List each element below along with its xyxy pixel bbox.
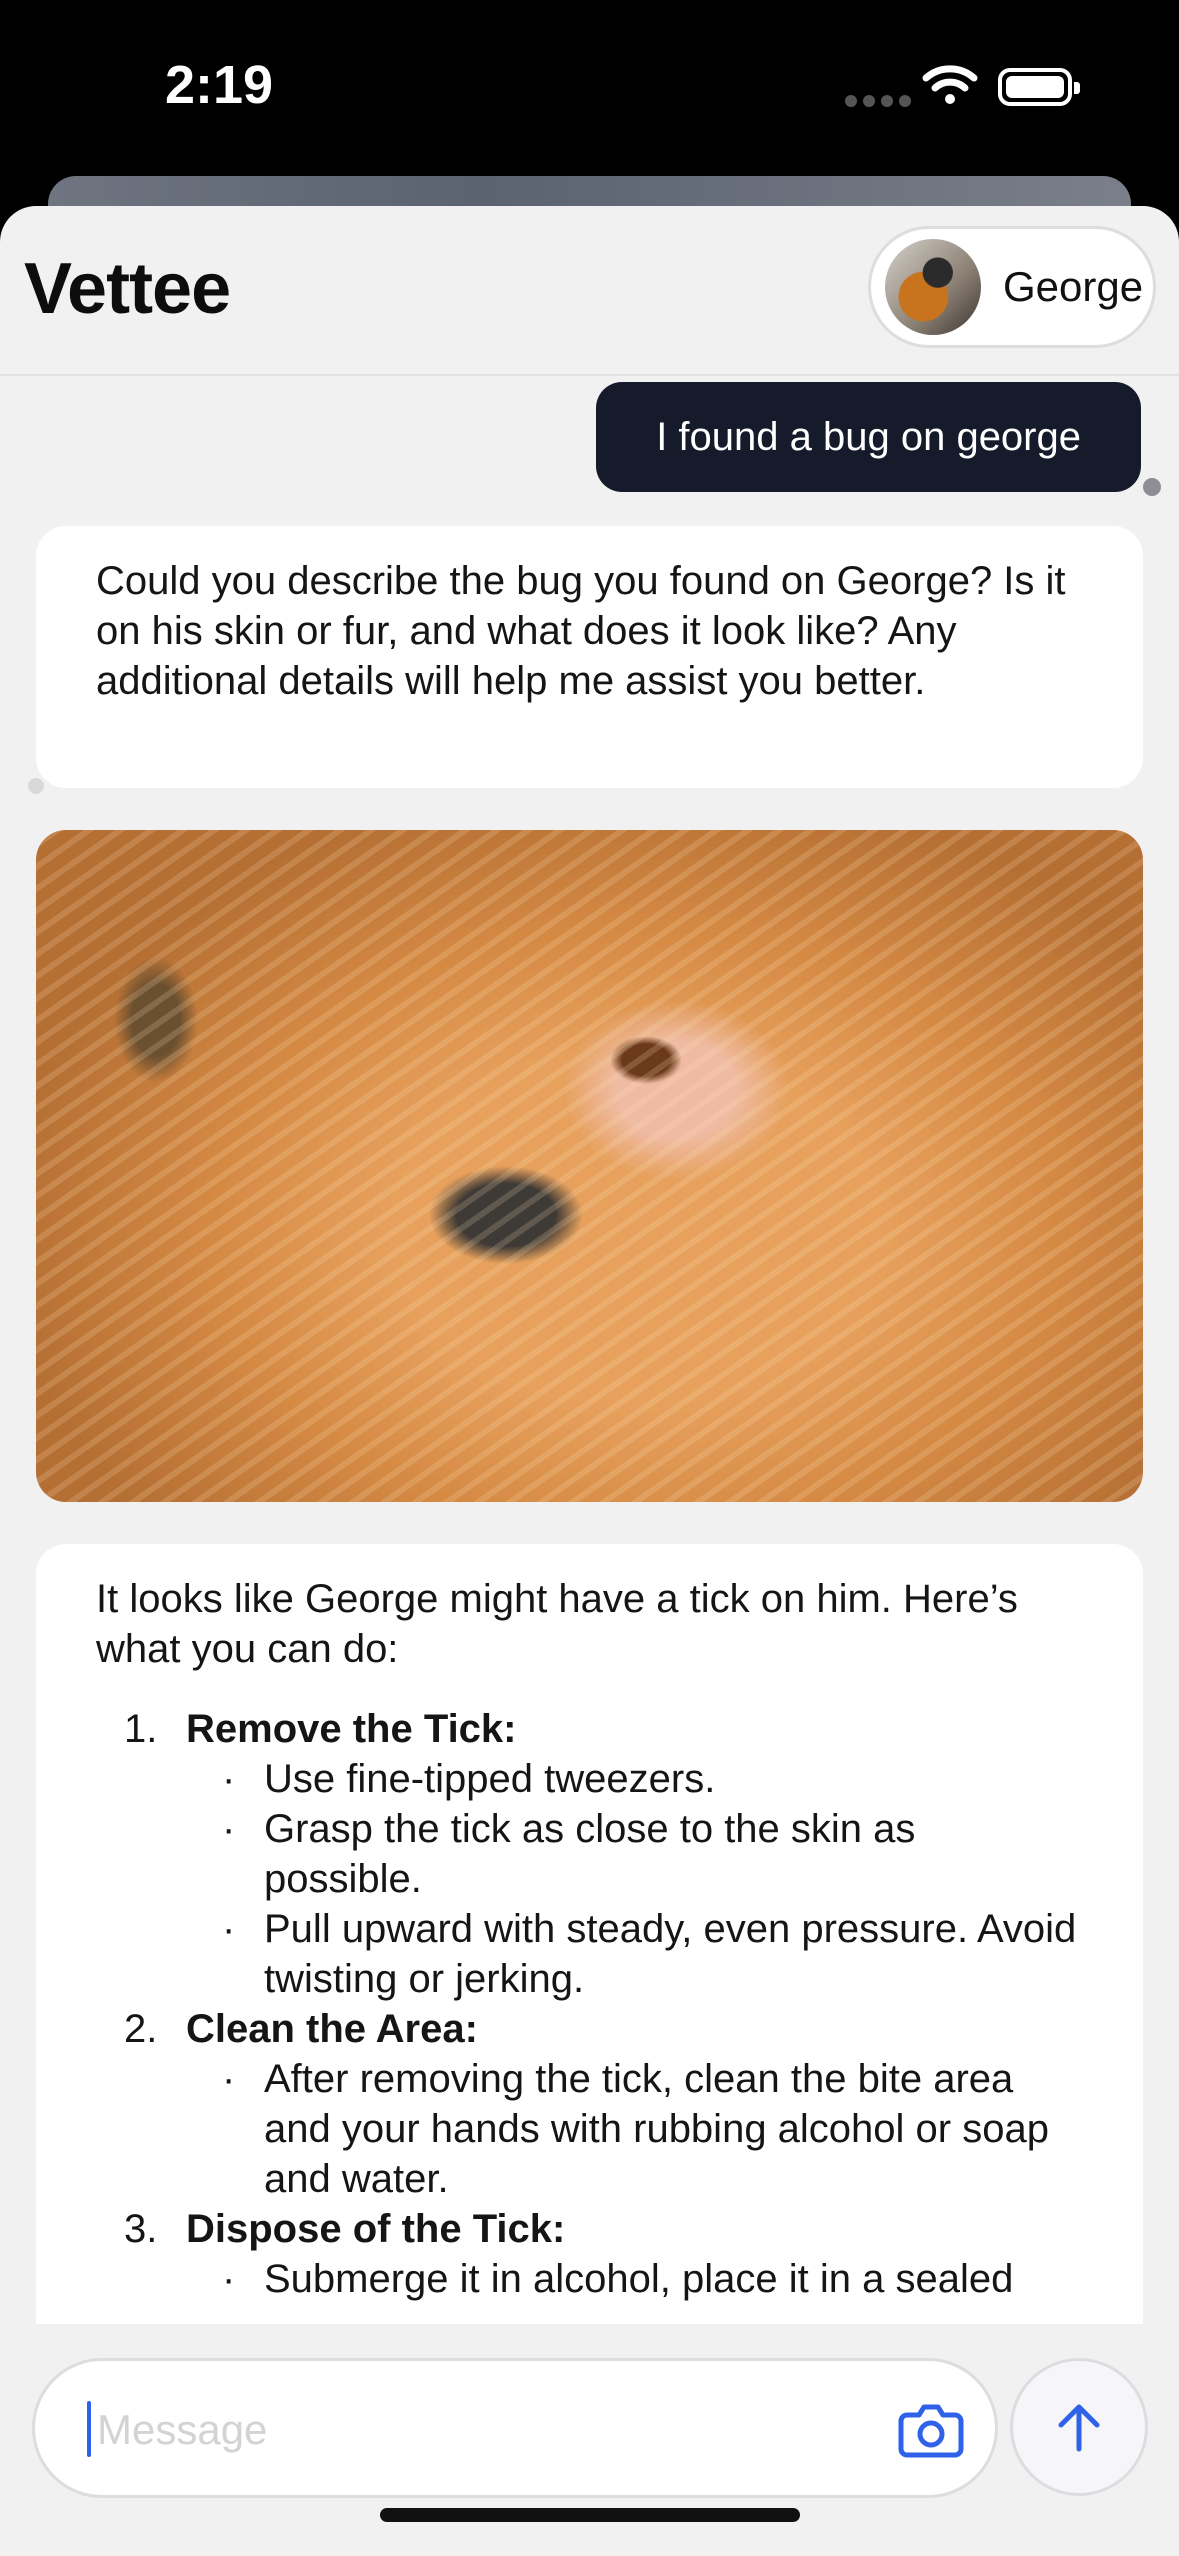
status-bar: 2:19 — [0, 0, 1179, 200]
battery-icon — [998, 68, 1080, 106]
user-message-text: I found a bug on george — [656, 414, 1081, 459]
send-button[interactable] — [1010, 2358, 1148, 2496]
home-indicator[interactable] — [380, 2508, 800, 2522]
uploaded-pet-photo[interactable] — [36, 830, 1143, 1502]
assistant-message-text: Could you describe the bug you found on … — [96, 559, 1066, 703]
step-number: 1. — [124, 1707, 158, 1751]
chat-sheet: Vettee George I found a bug on george Co… — [0, 206, 1179, 2556]
step-title: Clean the Area: — [186, 2007, 478, 2051]
list-item: Grasp the tick as close to the skin as p… — [222, 1804, 1083, 1904]
user-message: I found a bug on george — [596, 382, 1141, 492]
list-item: Submerge it in alcohol, place it in a se… — [222, 2254, 1083, 2304]
pet-avatar — [885, 239, 981, 335]
step-title: Dispose of the Tick: — [186, 2207, 566, 2251]
wifi-icon — [922, 65, 978, 104]
assistant-intro-text: It looks like George might have a tick o… — [96, 1577, 1018, 1671]
list-item: After removing the tick, clean the bite … — [222, 2054, 1083, 2204]
step-number: 2. — [124, 2007, 158, 2051]
message-field[interactable] — [32, 2358, 998, 2498]
assistant-message: It looks like George might have a tick o… — [36, 1544, 1143, 2324]
text-caret — [87, 2401, 91, 2457]
cellular-signal-icon — [845, 95, 911, 107]
status-time: 2:19 — [165, 55, 274, 115]
photo-fur-texture — [36, 830, 1143, 1502]
pet-name: George — [1003, 263, 1144, 310]
message-input[interactable] — [95, 2393, 899, 2467]
camera-icon[interactable] — [897, 2397, 965, 2461]
list-item: Pull upward with steady, even pressure. … — [222, 1904, 1083, 2004]
tick-steps-list: 1. Remove the Tick: Use fine-tipped twee… — [96, 1704, 1083, 2304]
list-item: 1. Remove the Tick: Use fine-tipped twee… — [96, 1704, 1083, 2004]
list-item: 3. Dispose of the Tick: Submerge it in a… — [96, 2204, 1083, 2304]
arrow-up-icon — [1058, 2404, 1100, 2452]
app-title: Vettee — [24, 249, 231, 329]
step-number: 3. — [124, 2207, 158, 2251]
read-indicator — [1143, 478, 1161, 496]
step-title: Remove the Tick: — [186, 1707, 517, 1751]
message-list[interactable]: I found a bug on george Could you descri… — [0, 374, 1179, 2324]
chat-header: Vettee George — [0, 206, 1179, 376]
list-item: 2. Clean the Area: After removing the ti… — [96, 2004, 1083, 2204]
assistant-message: Could you describe the bug you found on … — [36, 526, 1143, 788]
pet-selector-button[interactable]: George — [868, 226, 1156, 348]
list-item: Use fine-tipped tweezers. — [222, 1754, 1083, 1804]
message-status-dot — [28, 778, 44, 794]
